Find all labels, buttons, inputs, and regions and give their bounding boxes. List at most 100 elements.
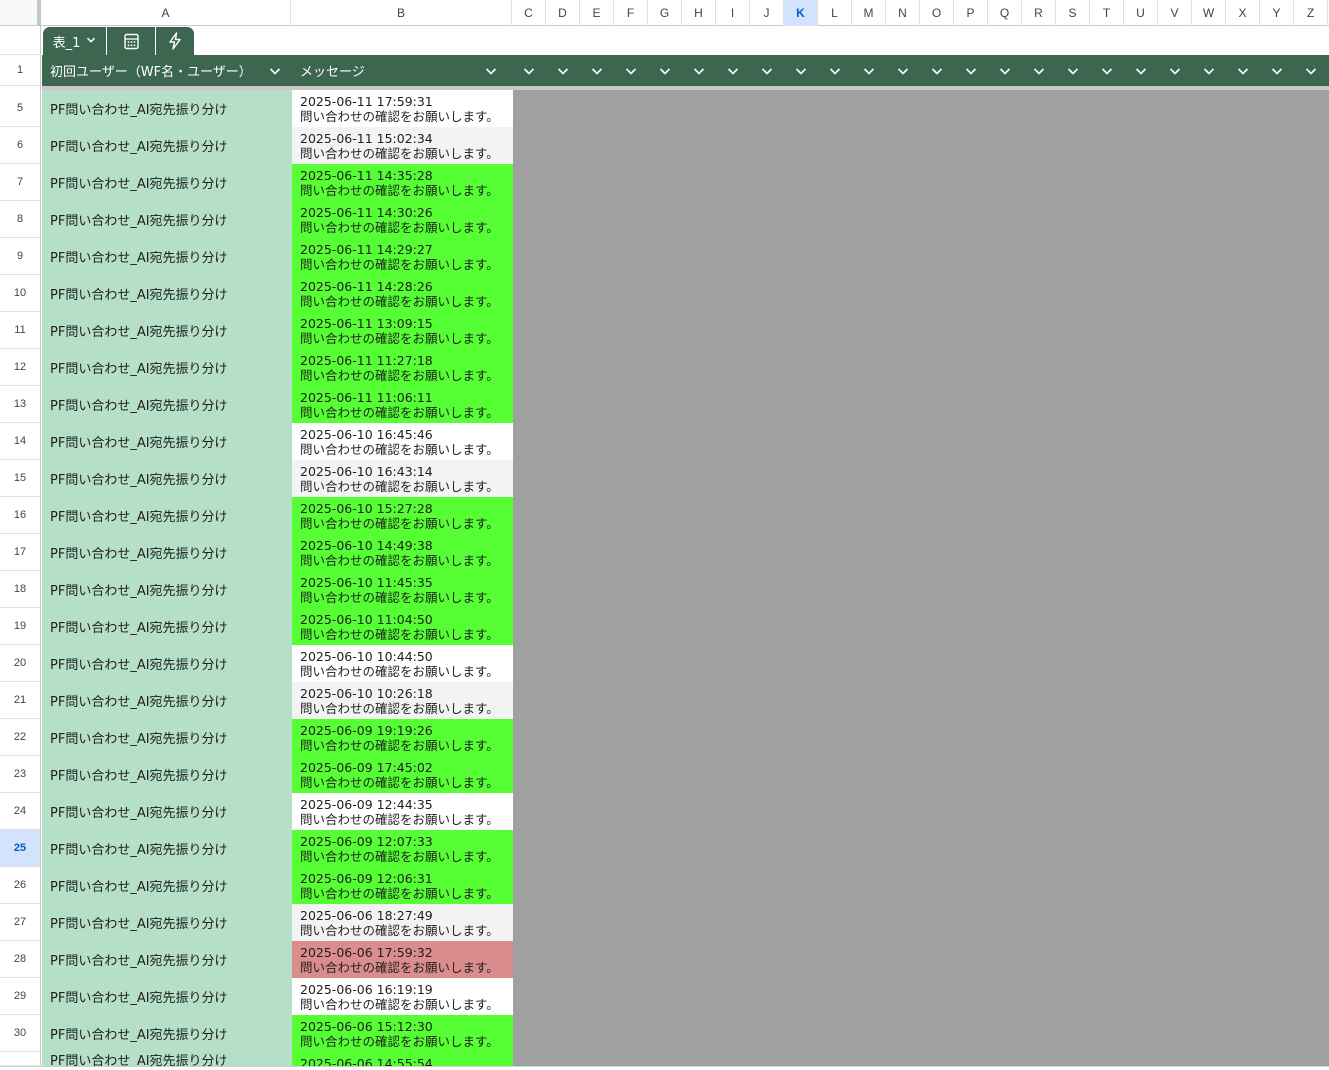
column-header-c[interactable]: C bbox=[512, 0, 546, 26]
column-header-b[interactable]: B bbox=[291, 0, 512, 26]
cell-user[interactable]: PF問い合わせ_AI宛先振り分け bbox=[42, 238, 292, 275]
cell-message[interactable]: 2025-06-09 17:45:02 問い合わせの確認をお願いします。 bbox=[292, 756, 513, 793]
cell-user[interactable]: PF問い合わせ_AI宛先振り分け bbox=[42, 978, 292, 1015]
chevron-down-icon[interactable] bbox=[726, 64, 740, 78]
header-user[interactable]: 初回ユーザー（WF名・ユーザー） bbox=[42, 55, 292, 86]
column-header-h[interactable]: H bbox=[682, 0, 716, 26]
row-number[interactable]: 30 bbox=[0, 1015, 41, 1052]
row-number[interactable]: 25 bbox=[0, 830, 41, 867]
row-number[interactable]: 11 bbox=[0, 312, 41, 349]
cell-message[interactable]: 2025-06-10 10:26:18 問い合わせの確認をお願いします。 bbox=[292, 682, 513, 719]
cell-message[interactable]: 2025-06-11 14:28:26 問い合わせの確認をお願いします。 bbox=[292, 275, 513, 312]
cell-message[interactable]: 2025-06-11 17:59:31 問い合わせの確認をお願いします。 bbox=[292, 90, 513, 127]
cell-message[interactable]: 2025-06-10 10:44:50 問い合わせの確認をお願いします。 bbox=[292, 645, 513, 682]
bolt-icon[interactable] bbox=[156, 27, 194, 55]
chevron-down-icon[interactable] bbox=[862, 64, 876, 78]
cell-user[interactable]: PF問い合わせ_AI宛先振り分け bbox=[42, 349, 292, 386]
cell-user[interactable]: PF問い合わせ_AI宛先振り分け bbox=[42, 275, 292, 312]
cell-message[interactable]: 2025-06-06 16:19:19 問い合わせの確認をお願いします。 bbox=[292, 978, 513, 1015]
chevron-down-icon[interactable] bbox=[1032, 64, 1046, 78]
column-header-o[interactable]: O bbox=[920, 0, 954, 26]
cell-user[interactable]: PF問い合わせ_AI宛先振り分け bbox=[42, 904, 292, 941]
cell-message[interactable]: 2025-06-11 11:06:11 問い合わせの確認をお願いします。 bbox=[292, 386, 513, 423]
cell-user[interactable]: PF問い合わせ_AI宛先振り分け bbox=[42, 793, 292, 830]
chevron-down-icon[interactable] bbox=[896, 64, 910, 78]
select-all-corner[interactable] bbox=[0, 0, 41, 26]
row-number[interactable]: 8 bbox=[0, 201, 41, 238]
cell-message[interactable]: 2025-06-09 12:44:35 問い合わせの確認をお願いします。 bbox=[292, 793, 513, 830]
row-number[interactable]: 13 bbox=[0, 386, 41, 423]
chevron-down-icon[interactable] bbox=[556, 64, 570, 78]
cell-message[interactable]: 2025-06-10 16:45:46 問い合わせの確認をお願いします。 bbox=[292, 423, 513, 460]
cell-message[interactable]: 2025-06-11 13:09:15 問い合わせの確認をお願いします。 bbox=[292, 312, 513, 349]
calculator-icon[interactable] bbox=[107, 27, 155, 55]
column-header-z[interactable]: Z bbox=[1294, 0, 1328, 26]
cell-user[interactable]: PF問い合わせ_AI宛先振り分け bbox=[42, 719, 292, 756]
chevron-down-icon[interactable] bbox=[1066, 64, 1080, 78]
row-number[interactable]: 15 bbox=[0, 460, 41, 497]
chevron-down-icon[interactable] bbox=[1100, 64, 1114, 78]
cell-user[interactable]: PF問い合わせ_AI宛先振り分け bbox=[42, 164, 292, 201]
row-number[interactable]: 27 bbox=[0, 904, 41, 941]
column-header-w[interactable]: W bbox=[1192, 0, 1226, 26]
cell-message[interactable]: 2025-06-06 18:27:49 問い合わせの確認をお願いします。 bbox=[292, 904, 513, 941]
header-message[interactable]: メッセージ bbox=[292, 55, 513, 86]
cell-user[interactable]: PF問い合わせ_AI宛先振り分け bbox=[42, 460, 292, 497]
row-number[interactable]: 20 bbox=[0, 645, 41, 682]
chevron-down-icon[interactable] bbox=[692, 64, 706, 78]
column-header-l[interactable]: L bbox=[818, 0, 852, 26]
row-number[interactable]: 17 bbox=[0, 534, 41, 571]
cell-user[interactable]: PF問い合わせ_AI宛先振り分け bbox=[42, 534, 292, 571]
chevron-down-icon[interactable] bbox=[1202, 64, 1216, 78]
cell-user[interactable]: PF問い合わせ_AI宛先振り分け bbox=[42, 1015, 292, 1052]
cell-message[interactable]: 2025-06-06 14:55:54問い合わせの確認をお願いします。 bbox=[292, 1052, 513, 1066]
row-number[interactable] bbox=[0, 1052, 41, 1066]
column-header-n[interactable]: N bbox=[886, 0, 920, 26]
chevron-down-icon[interactable] bbox=[930, 64, 944, 78]
row-number[interactable]: 26 bbox=[0, 867, 41, 904]
row-number[interactable]: 10 bbox=[0, 275, 41, 312]
row-number[interactable]: 22 bbox=[0, 719, 41, 756]
cell-message[interactable]: 2025-06-11 11:27:18 問い合わせの確認をお願いします。 bbox=[292, 349, 513, 386]
row-number[interactable]: 28 bbox=[0, 941, 41, 978]
row-number[interactable]: 1 bbox=[0, 55, 41, 86]
chevron-down-icon[interactable] bbox=[998, 64, 1012, 78]
cell-user[interactable]: PF問い合わせ_AI宛先振り分け bbox=[42, 682, 292, 719]
cell-user[interactable]: PF問い合わせ_AI宛先振り分け bbox=[42, 645, 292, 682]
cell-user[interactable]: PF問い合わせ_AI宛先振り分け bbox=[42, 386, 292, 423]
column-header-d[interactable]: D bbox=[546, 0, 580, 26]
column-header-r[interactable]: R bbox=[1022, 0, 1056, 26]
chevron-down-icon[interactable] bbox=[1168, 64, 1182, 78]
row-number[interactable]: 6 bbox=[0, 127, 41, 164]
column-header-m[interactable]: M bbox=[852, 0, 886, 26]
cell-message[interactable]: 2025-06-10 14:49:38 問い合わせの確認をお願いします。 bbox=[292, 534, 513, 571]
column-header-f[interactable]: F bbox=[614, 0, 648, 26]
row-number[interactable]: 18 bbox=[0, 571, 41, 608]
column-header-k[interactable]: K bbox=[784, 0, 818, 26]
cell-message[interactable]: 2025-06-11 14:30:26 問い合わせの確認をお願いします。 bbox=[292, 201, 513, 238]
cell-user[interactable]: PF問い合わせ_AI宛先振り分け bbox=[42, 571, 292, 608]
cell-message[interactable]: 2025-06-06 15:12:30 問い合わせの確認をお願いします。 bbox=[292, 1015, 513, 1052]
cell-message[interactable]: 2025-06-11 14:35:28 問い合わせの確認をお願いします。 bbox=[292, 164, 513, 201]
chevron-down-icon[interactable] bbox=[624, 64, 638, 78]
cell-user[interactable]: PF問い合わせ_AI宛先振り分け bbox=[42, 1052, 292, 1069]
chevron-down-icon[interactable] bbox=[522, 64, 536, 78]
cell-message[interactable]: 2025-06-10 11:04:50 問い合わせの確認をお願いします。 bbox=[292, 608, 513, 645]
chevron-down-icon[interactable] bbox=[658, 64, 672, 78]
cell-message[interactable]: 2025-06-10 16:43:14 問い合わせの確認をお願いします。 bbox=[292, 460, 513, 497]
row-number[interactable]: 24 bbox=[0, 793, 41, 830]
chevron-down-icon[interactable] bbox=[1304, 64, 1318, 78]
column-header-x[interactable]: X bbox=[1226, 0, 1260, 26]
cell-message[interactable]: 2025-06-11 14:29:27 問い合わせの確認をお願いします。 bbox=[292, 238, 513, 275]
row-number[interactable]: 29 bbox=[0, 978, 41, 1015]
column-header-e[interactable]: E bbox=[580, 0, 614, 26]
column-header-i[interactable]: I bbox=[716, 0, 750, 26]
cell-user[interactable]: PF問い合わせ_AI宛先振り分け bbox=[42, 756, 292, 793]
cell-user[interactable]: PF問い合わせ_AI宛先振り分け bbox=[42, 201, 292, 238]
cell-message[interactable]: 2025-06-09 19:19:26 問い合わせの確認をお願いします。 bbox=[292, 719, 513, 756]
cell-user[interactable]: PF問い合わせ_AI宛先振り分け bbox=[42, 867, 292, 904]
cell-message[interactable]: 2025-06-10 11:45:35 問い合わせの確認をお願いします。 bbox=[292, 571, 513, 608]
cell-user[interactable]: PF問い合わせ_AI宛先振り分け bbox=[42, 312, 292, 349]
row-number[interactable]: 19 bbox=[0, 608, 41, 645]
cell-user[interactable]: PF問い合わせ_AI宛先振り分け bbox=[42, 497, 292, 534]
